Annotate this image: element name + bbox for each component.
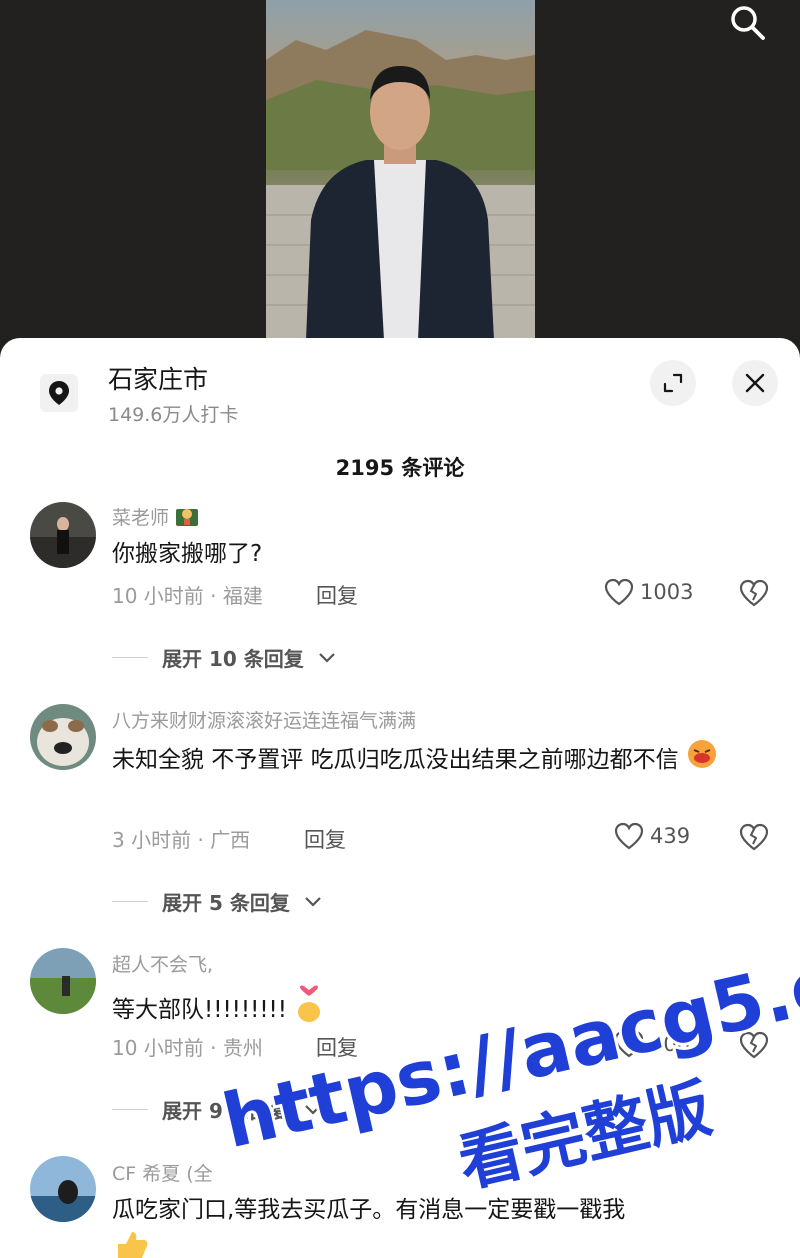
comment-text: 瓜吃家门口,等我去买瓜子。有消息一定要戳一戳我 <box>112 1197 626 1223</box>
comment-username[interactable]: CF 希夏 (全 <box>112 1159 213 1186</box>
like-button[interactable]: 400 <box>614 1030 690 1058</box>
avatar[interactable] <box>30 1156 96 1222</box>
location-title[interactable]: 石家庄市 <box>108 360 208 396</box>
comment-meta: 3 小时前 · 广西 <box>112 828 251 852</box>
reply-button[interactable]: 回复 <box>304 824 346 854</box>
dislike-button[interactable] <box>738 578 770 610</box>
comment-username[interactable]: 菜老师 <box>112 503 199 532</box>
comment-username[interactable]: 八方来财财源滚滚好运连连福气满满 <box>112 706 416 733</box>
video-frame[interactable] <box>266 0 535 340</box>
like-count: 400 <box>650 1032 691 1056</box>
search-icon <box>731 6 765 40</box>
reply-button[interactable]: 回复 <box>316 580 358 610</box>
comment-meta: 10 小时前 · 福建 <box>112 584 263 608</box>
expand-replies[interactable]: 展开 10 条回复 <box>112 643 336 672</box>
divider-line <box>112 1109 148 1110</box>
laughing-emoji-icon <box>686 738 720 783</box>
expand-replies[interactable]: 展开 9 条回复 <box>112 1095 322 1124</box>
like-button[interactable]: 439 <box>614 822 690 850</box>
broken-heart-icon <box>739 823 769 851</box>
comment-text: 你搬家搬哪了? <box>112 541 263 567</box>
heart-icon <box>614 1030 644 1058</box>
heart-icon <box>604 578 634 606</box>
reply-button[interactable]: 回复 <box>316 1032 358 1062</box>
like-count: 439 <box>650 824 691 848</box>
like-count: 1003 <box>640 580 694 604</box>
chevron-down-icon <box>318 652 335 663</box>
location-pin-icon <box>49 381 69 405</box>
divider-line <box>112 901 148 902</box>
thumbs-up-emoji-icon <box>112 1230 150 1258</box>
dislike-button[interactable] <box>738 822 770 854</box>
comment-text: 未知全貌 不予置评 吃瓜归吃瓜没出结果之前哪边都不信 <box>112 738 752 783</box>
location-checkin-count: 149.6万人打卡 <box>108 404 239 426</box>
avatar[interactable] <box>30 704 96 770</box>
avatar[interactable] <box>30 948 96 1014</box>
comment-meta: 10 小时前 · 贵州 <box>112 1036 263 1060</box>
expand-icon <box>663 373 683 393</box>
teacher-emoji-icon <box>175 505 199 532</box>
broken-heart-icon <box>739 579 769 607</box>
close-button[interactable] <box>732 360 778 406</box>
dislike-button[interactable] <box>738 1030 770 1062</box>
comment-count: 2195 条评论 <box>335 456 465 480</box>
expand-replies[interactable]: 展开 5 条回复 <box>112 887 322 916</box>
video-player[interactable] <box>0 0 800 350</box>
video-thumbnail <box>266 30 535 340</box>
chevron-down-icon <box>305 1104 321 1115</box>
heart-icon <box>614 822 644 850</box>
chevron-down-icon <box>305 896 321 907</box>
location-badge[interactable] <box>40 374 78 412</box>
divider-line <box>112 657 148 658</box>
comment-username[interactable]: 超人不会飞, <box>112 950 213 977</box>
heart-hands-emoji-icon <box>294 984 324 1037</box>
search-button[interactable] <box>722 0 772 44</box>
broken-heart-icon <box>739 1031 769 1059</box>
close-icon <box>745 373 765 393</box>
expand-button[interactable] <box>650 360 696 406</box>
like-button[interactable]: 1003 <box>604 578 693 606</box>
avatar[interactable] <box>30 502 96 568</box>
